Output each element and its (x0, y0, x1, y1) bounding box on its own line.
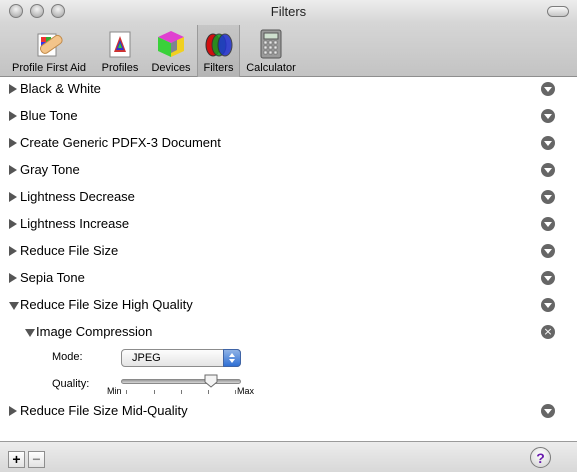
quality-label: Quality: (52, 378, 90, 390)
mode-select[interactable]: JPEG (121, 349, 241, 367)
bottom-bar: + − ? (0, 441, 577, 472)
slider-tick (181, 390, 182, 394)
toolbar-item-label: Calculator (246, 62, 296, 74)
quality-slider-track[interactable] (121, 379, 241, 384)
toolbar-item-calculator[interactable]: Calculator (242, 25, 300, 77)
disclosure-triangle-icon[interactable] (9, 219, 17, 229)
toolbar-item-label: Devices (151, 62, 191, 74)
filter-label: Lightness Increase (20, 216, 130, 231)
filter-row-black-white[interactable]: Black & White (0, 77, 577, 104)
toolbar-item-filters[interactable]: Filters (197, 25, 240, 77)
filter-label: Blue Tone (20, 108, 78, 123)
filter-row-reduce-file-size-high-quality[interactable]: Reduce File Size High Quality (0, 293, 577, 320)
mode-label: Mode: (52, 351, 83, 363)
window: Filters Profile First Aid Profiles Devic… (0, 0, 577, 472)
slider-tick (208, 390, 209, 394)
action-menu-icon[interactable] (541, 163, 555, 177)
toolbar-item-profile-first-aid[interactable]: Profile First Aid (4, 25, 94, 77)
titlebar: Filters (0, 0, 577, 23)
calculator-icon (260, 29, 282, 59)
filter-row-lightness-decrease[interactable]: Lightness Decrease (0, 185, 577, 212)
action-menu-icon[interactable] (541, 244, 555, 258)
remove-subitem-icon[interactable]: × (541, 325, 555, 339)
devices-icon (158, 31, 184, 57)
filter-row-reduce-file-size-mid-quality[interactable]: Reduce File Size Mid-Quality (0, 399, 577, 426)
action-menu-icon[interactable] (541, 404, 555, 418)
filter-label: Gray Tone (20, 162, 80, 177)
disclosure-triangle-icon[interactable] (9, 84, 17, 94)
remove-filter-button[interactable]: − (28, 451, 45, 468)
action-menu-icon[interactable] (541, 136, 555, 150)
filters-icon (205, 33, 232, 57)
filter-label: Lightness Decrease (20, 189, 135, 204)
action-menu-icon[interactable] (541, 271, 555, 285)
disclosure-triangle-icon[interactable] (9, 273, 17, 283)
toolbar-item-profiles[interactable]: Profiles (96, 25, 144, 77)
profile-first-aid-icon (37, 33, 63, 57)
disclosure-triangle-open-icon[interactable] (9, 302, 19, 310)
toolbar-item-label: Profiles (101, 62, 139, 74)
toolbar-toggle-button[interactable] (547, 6, 569, 17)
filter-label: Reduce File Size Mid-Quality (20, 403, 188, 418)
action-menu-icon[interactable] (541, 217, 555, 231)
toolbar-item-label: Profile First Aid (12, 62, 86, 74)
disclosure-triangle-icon[interactable] (9, 138, 17, 148)
action-menu-icon[interactable] (541, 109, 555, 123)
filter-list: Black & White Blue Tone Create Generic P… (0, 77, 577, 441)
add-filter-button[interactable]: + (8, 451, 25, 468)
filter-label: Sepia Tone (20, 270, 85, 285)
filter-label: Create Generic PDFX-3 Document (20, 135, 221, 150)
slider-tick (154, 390, 155, 394)
slider-tick (126, 390, 127, 394)
filter-row-lightness-increase[interactable]: Lightness Increase (0, 212, 577, 239)
slider-tick (235, 390, 236, 394)
filter-row-blue-tone[interactable]: Blue Tone (0, 104, 577, 131)
filter-row-gray-tone[interactable]: Gray Tone (0, 158, 577, 185)
quality-slider-thumb[interactable] (204, 374, 218, 388)
disclosure-triangle-open-icon[interactable] (25, 329, 35, 337)
action-menu-icon[interactable] (541, 82, 555, 96)
subitem-row-image-compression[interactable]: Image Compression × (0, 320, 577, 347)
window-title: Filters (270, 4, 307, 19)
disclosure-triangle-icon[interactable] (9, 406, 17, 416)
disclosure-triangle-icon[interactable] (9, 165, 17, 175)
quality-min-label: Min (107, 386, 122, 396)
disclosure-triangle-icon[interactable] (9, 246, 17, 256)
subitem-label: Image Compression (36, 324, 153, 339)
disclosure-triangle-icon[interactable] (9, 192, 17, 202)
disclosure-triangle-icon[interactable] (9, 111, 17, 121)
select-arrows-icon (223, 349, 241, 367)
profiles-icon (109, 31, 131, 58)
filter-row-sepia-tone[interactable]: Sepia Tone (0, 266, 577, 293)
filter-label: Black & White (20, 81, 101, 96)
mode-select-value: JPEG (132, 352, 161, 364)
filter-row-reduce-file-size[interactable]: Reduce File Size (0, 239, 577, 266)
filter-label: Reduce File Size High Quality (20, 297, 193, 312)
action-menu-icon[interactable] (541, 190, 555, 204)
filter-label: Reduce File Size (20, 243, 119, 258)
quality-max-label: Max (237, 386, 255, 396)
toolbar-item-label: Filters (203, 62, 234, 74)
toolbar-item-devices[interactable]: Devices (146, 25, 196, 77)
help-button[interactable]: ? (530, 447, 551, 468)
action-menu-icon[interactable] (541, 298, 555, 312)
filter-row-create-generic-pdfx3[interactable]: Create Generic PDFX-3 Document (0, 131, 577, 158)
